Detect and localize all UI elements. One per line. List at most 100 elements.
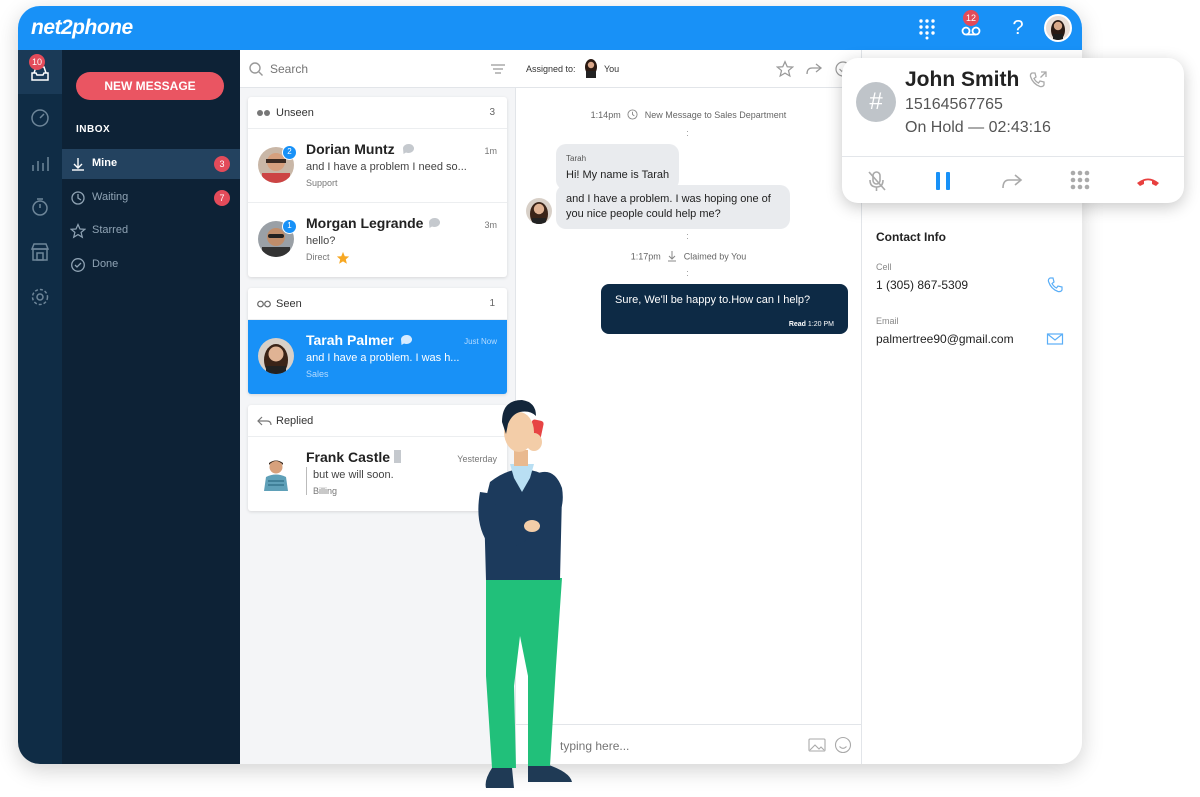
- mute-icon[interactable]: [864, 168, 890, 194]
- read-status: Read: [788, 321, 806, 328]
- store-icon[interactable]: [29, 241, 51, 263]
- star-icon: [69, 223, 87, 239]
- cell-label: Cell: [876, 262, 892, 272]
- unread-badge: 2: [282, 145, 297, 160]
- timeline-dots: · ·: [686, 126, 689, 140]
- avatar: [258, 455, 294, 491]
- incoming-message: and I have a problem. I was hoping one o…: [556, 185, 790, 229]
- department-tag: Billing: [313, 486, 338, 496]
- event-text: Claimed by You: [683, 251, 747, 262]
- sidebar-item-starred[interactable]: Starred: [62, 216, 240, 246]
- chat-bubble-icon: [402, 142, 415, 160]
- unseen-group-header[interactable]: Unseen 3: [248, 97, 507, 129]
- message-text: Sure, We'll be happy to.How can I help?: [615, 294, 811, 306]
- assignee-avatar[interactable]: [584, 58, 598, 78]
- event-text: New Message to Sales Department: [644, 109, 787, 120]
- outgoing-message: Sure, We'll be happy to.How can I help? …: [601, 284, 848, 334]
- app-logo: net2phone: [31, 16, 133, 39]
- email-value: palmertree90@gmail.com: [876, 332, 1014, 346]
- caller-name: John Smith: [905, 68, 1020, 91]
- filter-icon[interactable]: [490, 62, 506, 81]
- hangup-icon[interactable]: [1135, 168, 1161, 194]
- message-preview: but we will soon.: [313, 469, 394, 481]
- incoming-message: Tarah Hi! My name is Tarah: [556, 144, 680, 190]
- unread-badge: 1: [282, 219, 297, 234]
- search-icon: [248, 61, 264, 82]
- mail-icon[interactable]: [1046, 330, 1064, 348]
- time-label: 1m: [484, 146, 497, 156]
- system-event: 1:14pm New Message to Sales Department: [516, 109, 861, 122]
- group-title: Seen: [276, 298, 302, 310]
- call-transfer-icon[interactable]: [1028, 70, 1048, 95]
- dashboard-icon[interactable]: [29, 107, 51, 129]
- seen-group-header[interactable]: Seen 1: [248, 288, 507, 320]
- phone-icon[interactable]: [1046, 276, 1064, 294]
- search-input[interactable]: [270, 60, 470, 78]
- avatar: [258, 338, 294, 374]
- inbox-badge: 10: [29, 54, 46, 70]
- system-event: 1:17pm Claimed by You: [516, 250, 861, 264]
- sidebar-item-done[interactable]: Done: [62, 250, 240, 280]
- analytics-icon[interactable]: [29, 152, 51, 174]
- read-time: 1:20 PM: [807, 321, 834, 328]
- contact-name: Tarah Palmer: [306, 332, 394, 348]
- settings-icon[interactable]: [29, 286, 51, 308]
- starred-icon[interactable]: [336, 251, 350, 270]
- new-message-button[interactable]: NEW MESSAGE: [76, 72, 224, 100]
- timeline-dots: · ·: [686, 266, 689, 280]
- star-icon[interactable]: [775, 60, 795, 83]
- dialpad-icon[interactable]: [915, 16, 939, 40]
- user-avatar[interactable]: [1044, 14, 1072, 42]
- arrow-down-icon: [667, 250, 677, 264]
- keypad-icon[interactable]: [1067, 168, 1093, 194]
- replied-group: Replied Frank Castle but we will soon. B…: [248, 405, 507, 511]
- chat-bubble-icon: [400, 333, 413, 351]
- message-text: Hi! My name is Tarah: [566, 169, 670, 181]
- note-icon: [394, 450, 401, 463]
- conversation-item[interactable]: Frank Castle but we will soon. Billing Y…: [248, 437, 507, 511]
- group-count: 3: [489, 107, 495, 118]
- unseen-group: Unseen 3 2 Dorian Muntz and I have a pro…: [248, 97, 507, 277]
- search-bar: [240, 50, 516, 88]
- quote-bar: [306, 467, 307, 495]
- transfer-icon[interactable]: [999, 168, 1025, 194]
- call-controls: [842, 156, 1184, 203]
- inbox-sidebar: NEW MESSAGE INBOX Mine 3 Waiting 7 Starr…: [62, 50, 240, 764]
- seen-group: Seen 1 Tarah Palmer and I have a problem…: [248, 288, 507, 394]
- reply-arrow-icon: [256, 414, 272, 428]
- forward-icon[interactable]: [805, 60, 823, 83]
- conversation-item-selected[interactable]: Tarah Palmer and I have a problem. I was…: [248, 320, 507, 394]
- emoji-icon[interactable]: [834, 736, 852, 759]
- history-icon: [627, 109, 638, 122]
- conversation-item[interactable]: 1 Morgan Legrande hello? Direct 3m: [248, 203, 507, 277]
- check-circle-icon: [70, 257, 86, 273]
- sidebar-item-waiting[interactable]: Waiting 7: [62, 183, 240, 213]
- contact-name: Morgan Legrande: [306, 215, 424, 231]
- replied-group-header[interactable]: Replied: [248, 405, 507, 437]
- contact-name: Dorian Muntz: [306, 141, 395, 157]
- voicemail-icon[interactable]: 12: [959, 10, 983, 40]
- hold-pause-icon[interactable]: [930, 168, 956, 194]
- inbox-icon[interactable]: 10: [29, 54, 51, 84]
- event-time: 1:17pm: [630, 251, 661, 262]
- call-status: On Hold — 02:43:16: [905, 119, 1051, 136]
- image-icon[interactable]: [808, 737, 826, 758]
- sidebar-item-label: Waiting: [92, 191, 129, 203]
- timer-icon[interactable]: [29, 196, 51, 218]
- email-label: Email: [876, 316, 899, 326]
- assigned-label: Assigned to:: [526, 64, 576, 74]
- help-icon[interactable]: ?: [1006, 16, 1030, 40]
- contact-name: Frank Castle: [306, 449, 391, 465]
- group-title: Replied: [276, 415, 314, 427]
- message-input[interactable]: [560, 737, 780, 755]
- sidebar-item-label: Mine: [92, 157, 118, 169]
- top-bar: net2phone 12 ?: [18, 6, 1082, 50]
- caller-avatar: #: [856, 82, 896, 122]
- notifications-badge: 12: [963, 10, 980, 26]
- inbox-heading: INBOX: [76, 124, 111, 135]
- conversation-item[interactable]: 2 Dorian Muntz and I have a problem I ne…: [248, 129, 507, 203]
- sidebar-item-mine[interactable]: Mine 3: [62, 149, 240, 179]
- message-text: you nice people could help me?: [566, 208, 721, 220]
- message-preview: hello?: [306, 235, 336, 247]
- group-count: 1: [489, 298, 495, 309]
